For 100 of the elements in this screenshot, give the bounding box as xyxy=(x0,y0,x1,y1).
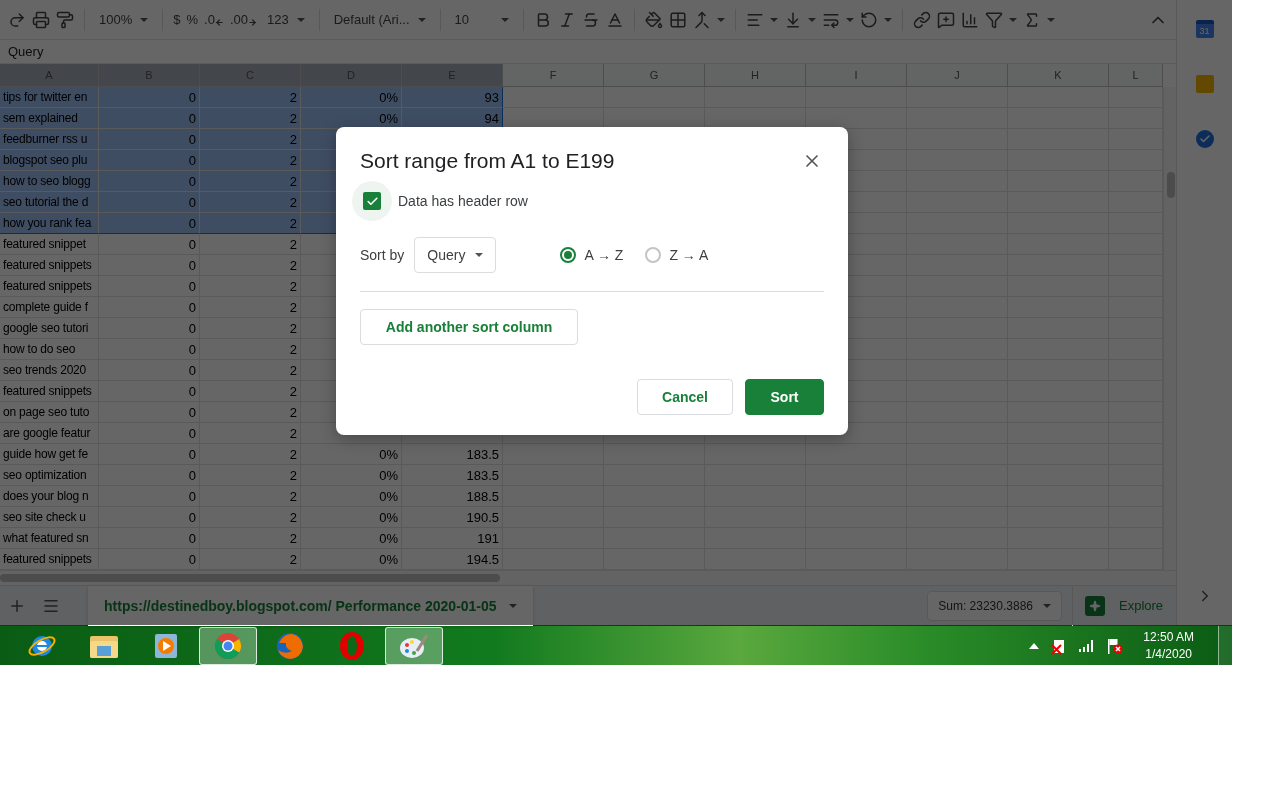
caret-icon[interactable] xyxy=(769,17,778,22)
font-dropdown[interactable]: Default (Ari... xyxy=(329,12,430,27)
sort-by-label: Sort by xyxy=(360,247,405,263)
comment-icon[interactable] xyxy=(936,10,955,29)
table-cell: 2 xyxy=(200,192,301,213)
table-cell: seo optimization xyxy=(0,465,99,486)
table-cell: are google featur xyxy=(0,423,99,444)
column-header[interactable]: F xyxy=(503,64,604,87)
borders-icon[interactable] xyxy=(668,10,687,29)
add-sort-column-button[interactable]: Add another sort column xyxy=(360,309,578,345)
taskbar-app[interactable] xyxy=(199,626,257,665)
table-cell: featured snippet xyxy=(0,234,99,255)
table-cell: 0 xyxy=(99,528,200,549)
font-size-dropdown[interactable]: 10 xyxy=(450,12,513,27)
table-cell: 2 xyxy=(200,444,301,465)
table-cell: 188.5 xyxy=(402,486,503,507)
sort-column-dropdown[interactable]: Query xyxy=(414,237,497,273)
table-cell: 2 xyxy=(200,234,301,255)
print-icon[interactable] xyxy=(32,10,50,29)
table-cell: 0 xyxy=(99,297,200,318)
sheet-tab[interactable]: https://destinedboy.blogspot.com/ Performance 2020-01-05 xyxy=(88,585,533,626)
table-cell: 0% xyxy=(301,486,402,507)
table-cell: 0 xyxy=(99,381,200,402)
table-cell: 0 xyxy=(99,339,200,360)
table-cell: 0 xyxy=(99,465,200,486)
column-header[interactable]: G xyxy=(604,64,705,87)
column-header[interactable]: L xyxy=(1109,64,1163,87)
text-color-icon[interactable] xyxy=(605,10,624,29)
caret-icon[interactable] xyxy=(716,17,725,22)
tray-arrow-icon[interactable] xyxy=(1029,642,1040,649)
table-cell: seo site check u xyxy=(0,507,99,528)
flag-x-icon[interactable] xyxy=(1107,637,1124,654)
table-cell: 2 xyxy=(200,339,301,360)
table-cell: 183.5 xyxy=(402,465,503,486)
table-cell: 2 xyxy=(200,318,301,339)
fox-globe-icon[interactable] xyxy=(275,630,305,661)
percent-format-button[interactable]: % xyxy=(186,12,199,27)
paint-format-icon[interactable] xyxy=(56,10,74,29)
decrease-decimal-button[interactable]: .0 xyxy=(204,12,224,27)
table-cell: 2 xyxy=(200,150,301,171)
table-cell: 0 xyxy=(99,423,200,444)
show-desktop-button[interactable] xyxy=(1218,626,1232,665)
caret-icon[interactable] xyxy=(807,17,816,22)
table-cell: 0 xyxy=(99,150,200,171)
table-cell: 0% xyxy=(301,87,402,108)
currency-format-button[interactable]: $ xyxy=(173,12,181,27)
filter-icon[interactable] xyxy=(984,10,1003,29)
column-header[interactable]: H xyxy=(705,64,806,87)
sum-dropdown[interactable]: Sum: 23230.3886 xyxy=(927,590,1062,621)
text-rotate-icon[interactable] xyxy=(859,10,878,29)
column-header[interactable]: K xyxy=(1008,64,1109,87)
table-cell: 190.5 xyxy=(402,507,503,528)
fill-color-icon[interactable] xyxy=(644,10,663,29)
chart-icon[interactable] xyxy=(960,10,979,29)
signal-bars-icon[interactable] xyxy=(1079,639,1096,652)
clock-date[interactable]: 1/4/2020 xyxy=(1145,645,1192,663)
table-cell: does your blog n xyxy=(0,486,99,507)
table-cell: 0 xyxy=(99,360,200,381)
caret-icon[interactable] xyxy=(1046,17,1055,22)
table-cell: 2 xyxy=(200,549,301,570)
table-cell: 2 xyxy=(200,129,301,150)
more-formats-dropdown[interactable]: 123 xyxy=(262,12,309,27)
clock-time[interactable]: 12:50 AM xyxy=(1143,628,1194,646)
sort-order-radio[interactable]: A → Z xyxy=(560,247,624,263)
sparkle-icon xyxy=(1089,599,1101,612)
table-cell: 0 xyxy=(99,276,200,297)
calendar-icon[interactable]: 31 xyxy=(1195,20,1214,38)
table-cell: 2 xyxy=(200,255,301,276)
strikethrough-icon[interactable] xyxy=(581,10,600,29)
tasks-check-icon[interactable] xyxy=(1195,130,1214,148)
caret-icon[interactable] xyxy=(1008,17,1017,22)
increase-decimal-button[interactable]: .00 xyxy=(229,12,257,27)
merge-icon[interactable] xyxy=(692,10,711,29)
column-header[interactable]: J xyxy=(907,64,1008,87)
table-cell: 2 xyxy=(200,402,301,423)
table-cell: sem explained xyxy=(0,108,99,129)
zoom-dropdown[interactable]: 100% xyxy=(95,12,153,27)
ring-o-icon[interactable] xyxy=(337,630,367,661)
checkbox[interactable] xyxy=(363,192,381,210)
table-cell: 0% xyxy=(301,549,402,570)
link-icon[interactable] xyxy=(912,10,931,29)
table-cell: 2 xyxy=(200,171,301,192)
redo-icon[interactable] xyxy=(8,10,26,29)
taskbar-app[interactable] xyxy=(385,626,443,665)
table-cell: 0 xyxy=(99,255,200,276)
table-cell: 0 xyxy=(99,129,200,150)
sort-button[interactable]: Sort xyxy=(745,379,824,415)
table-cell: 0 xyxy=(99,507,200,528)
chrome-icon[interactable] xyxy=(213,630,243,661)
table-cell: 183.5 xyxy=(402,444,503,465)
table-cell: 2 xyxy=(200,297,301,318)
check-icon xyxy=(1198,133,1211,145)
sort-order-radio[interactable]: Z → A xyxy=(645,247,709,263)
table-cell: complete guide f xyxy=(0,297,99,318)
table-cell: guide how get fe xyxy=(0,444,99,465)
table-cell: 0% xyxy=(301,465,402,486)
caret-icon[interactable] xyxy=(845,17,854,22)
table-cell: 0 xyxy=(99,213,200,234)
cancel-button[interactable]: Cancel xyxy=(637,379,733,415)
caret-icon[interactable] xyxy=(883,17,892,22)
